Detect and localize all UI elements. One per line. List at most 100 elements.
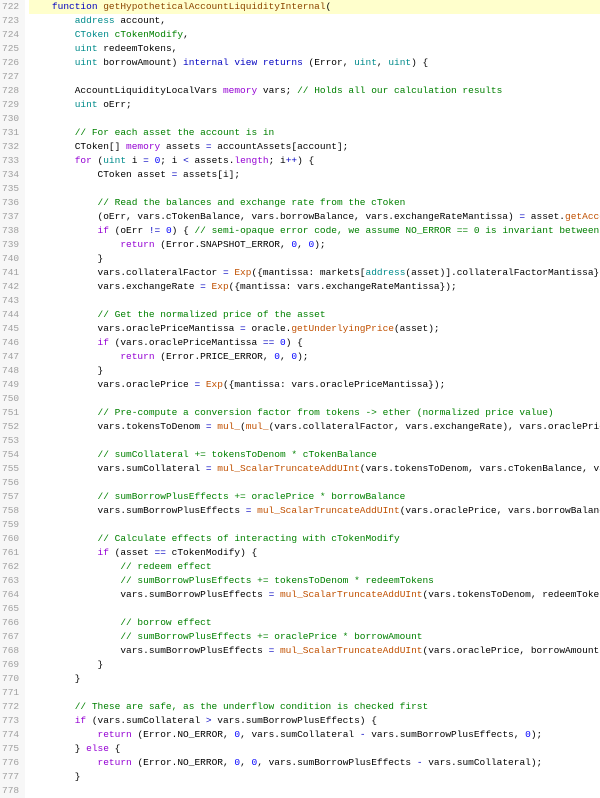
code-line[interactable]: return (Error.PRICE_ERROR, 0, 0); (29, 350, 600, 364)
code-line[interactable]: CToken cTokenModify, (29, 28, 600, 42)
code-line[interactable]: vars.exchangeRate = Exp({mantissa: vars.… (29, 280, 600, 294)
line-number: 746 (2, 336, 19, 350)
code-line[interactable]: } else { (29, 742, 600, 756)
line-number: 748 (2, 364, 19, 378)
code-line[interactable]: return (Error.NO_ERROR, 0, 0, vars.sumBo… (29, 756, 600, 770)
line-number: 770 (2, 672, 19, 686)
line-number: 723 (2, 14, 19, 28)
code-area[interactable]: function getHypotheticalAccountLiquidity… (25, 0, 600, 798)
code-line[interactable] (29, 70, 600, 84)
code-line[interactable]: (oErr, vars.cTokenBalance, vars.borrowBa… (29, 210, 600, 224)
line-number: 745 (2, 322, 19, 336)
code-line[interactable]: if (oErr != 0) { // semi-opaque error co… (29, 224, 600, 238)
code-line[interactable]: // Read the balances and exchange rate f… (29, 196, 600, 210)
code-line[interactable]: // Get the normalized price of the asset (29, 308, 600, 322)
code-line[interactable]: uint oErr; (29, 98, 600, 112)
code-line[interactable] (29, 784, 600, 798)
code-line[interactable] (29, 294, 600, 308)
code-line[interactable]: uint redeemTokens, (29, 42, 600, 56)
line-number: 768 (2, 644, 19, 658)
code-line[interactable]: if (asset == cTokenModify) { (29, 546, 600, 560)
code-line[interactable]: } (29, 770, 600, 784)
line-number: 722 (2, 0, 19, 14)
code-line[interactable] (29, 686, 600, 700)
line-number: 728 (2, 84, 19, 98)
line-number: 734 (2, 168, 19, 182)
line-number: 767 (2, 630, 19, 644)
code-line[interactable] (29, 182, 600, 196)
line-number: 763 (2, 574, 19, 588)
line-number: 766 (2, 616, 19, 630)
code-line[interactable]: vars.oraclePrice = Exp({mantissa: vars.o… (29, 378, 600, 392)
line-number: 742 (2, 280, 19, 294)
line-number: 777 (2, 770, 19, 784)
code-line[interactable]: uint borrowAmount) internal view returns… (29, 56, 600, 70)
code-line[interactable]: CToken asset = assets[i]; (29, 168, 600, 182)
code-line[interactable]: AccountLiquidityLocalVars memory vars; /… (29, 84, 600, 98)
code-line[interactable]: return (Error.SNAPSHOT_ERROR, 0, 0); (29, 238, 600, 252)
line-number: 775 (2, 742, 19, 756)
code-line[interactable]: // sumCollateral += tokensToDenom * cTok… (29, 448, 600, 462)
code-line[interactable]: vars.tokensToDenom = mul_(mul_(vars.coll… (29, 420, 600, 434)
code-line[interactable]: // redeem effect (29, 560, 600, 574)
code-line[interactable]: if (vars.oraclePriceMantissa == 0) { (29, 336, 600, 350)
code-line[interactable]: return (Error.NO_ERROR, 0, vars.sumColla… (29, 728, 600, 742)
code-line[interactable]: vars.sumCollateral = mul_ScalarTruncateA… (29, 462, 600, 476)
line-number: 731 (2, 126, 19, 140)
line-number: 743 (2, 294, 19, 308)
line-number: 773 (2, 714, 19, 728)
code-line[interactable]: } (29, 252, 600, 266)
code-line[interactable]: // Pre-compute a conversion factor from … (29, 406, 600, 420)
code-line[interactable]: // sumBorrowPlusEffects += oraclePrice *… (29, 630, 600, 644)
code-line[interactable]: // Calculate effects of interacting with… (29, 532, 600, 546)
code-line[interactable] (29, 518, 600, 532)
line-number: 764 (2, 588, 19, 602)
code-line[interactable]: // sumBorrowPlusEffects += oraclePrice *… (29, 490, 600, 504)
code-line[interactable]: } (29, 658, 600, 672)
code-line[interactable]: // borrow effect (29, 616, 600, 630)
code-line[interactable]: if (vars.sumCollateral > vars.sumBorrowP… (29, 714, 600, 728)
line-number: 752 (2, 420, 19, 434)
code-line[interactable] (29, 392, 600, 406)
code-line[interactable]: // sumBorrowPlusEffects += tokensToDenom… (29, 574, 600, 588)
line-number: 756 (2, 476, 19, 490)
line-number: 739 (2, 238, 19, 252)
line-number: 765 (2, 602, 19, 616)
line-number: 754 (2, 448, 19, 462)
code-line[interactable] (29, 476, 600, 490)
code-line[interactable]: } (29, 364, 600, 378)
code-line[interactable] (29, 434, 600, 448)
line-number: 729 (2, 98, 19, 112)
line-number: 732 (2, 140, 19, 154)
code-line[interactable]: // For each asset the account is in (29, 126, 600, 140)
code-line[interactable]: vars.sumBorrowPlusEffects = mul_ScalarTr… (29, 588, 600, 602)
code-line[interactable]: function getHypotheticalAccountLiquidity… (29, 0, 600, 14)
code-line[interactable]: CToken[] memory assets = accountAssets[a… (29, 140, 600, 154)
line-number: 760 (2, 532, 19, 546)
line-number: 750 (2, 392, 19, 406)
code-line[interactable]: } (29, 672, 600, 686)
line-number: 737 (2, 210, 19, 224)
line-number: 776 (2, 756, 19, 770)
line-number: 741 (2, 266, 19, 280)
code-line[interactable]: address account, (29, 14, 600, 28)
line-number: 757 (2, 490, 19, 504)
code-line[interactable]: vars.sumBorrowPlusEffects = mul_ScalarTr… (29, 644, 600, 658)
line-number: 730 (2, 112, 19, 126)
line-number: 758 (2, 504, 19, 518)
line-number: 771 (2, 686, 19, 700)
line-number: 751 (2, 406, 19, 420)
code-line[interactable]: for (uint i = 0; i < assets.length; i++)… (29, 154, 600, 168)
code-line[interactable] (29, 602, 600, 616)
code-line[interactable]: vars.sumBorrowPlusEffects = mul_ScalarTr… (29, 504, 600, 518)
line-number: 759 (2, 518, 19, 532)
line-number: 733 (2, 154, 19, 168)
code-line[interactable]: // These are safe, as the underflow cond… (29, 700, 600, 714)
line-number: 736 (2, 196, 19, 210)
line-number: 753 (2, 434, 19, 448)
code-line[interactable]: vars.collateralFactor = Exp({mantissa: m… (29, 266, 600, 280)
code-line[interactable]: vars.oraclePriceMantissa = oracle.getUnd… (29, 322, 600, 336)
line-number: 744 (2, 308, 19, 322)
line-number-gutter: 7227237247257267277287297307317327337347… (0, 0, 25, 798)
code-line[interactable] (29, 112, 600, 126)
